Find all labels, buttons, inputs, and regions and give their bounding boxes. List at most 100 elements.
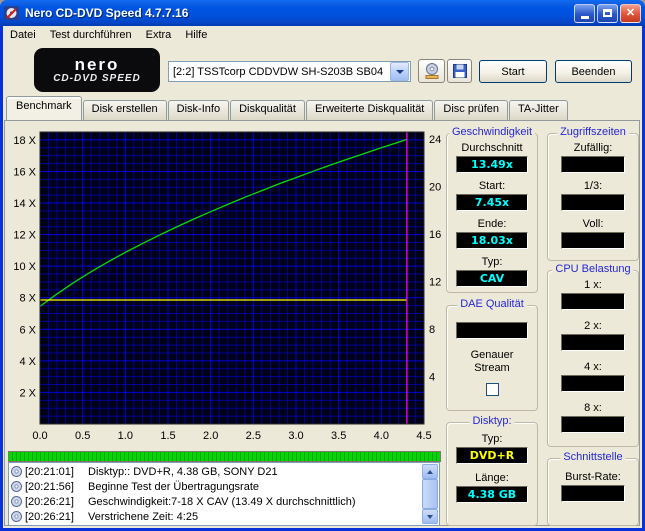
svg-text:20: 20 [429, 182, 441, 194]
svg-text:4: 4 [429, 372, 435, 384]
tab-disk-info[interactable]: Disk-Info [168, 100, 229, 120]
scroll-up-button[interactable] [422, 464, 438, 479]
svg-text:0.5: 0.5 [75, 430, 90, 442]
burst-rate-value [561, 485, 625, 502]
log-row: [20:26:21] Geschwindigkeit:7-18 X CAV (1… [11, 494, 421, 509]
nero-logo-product: CD-DVD SPEED [53, 73, 141, 85]
cpu-2x-value [561, 334, 625, 351]
tab-benchmark[interactable]: Benchmark [6, 96, 82, 120]
access-third-label: 1/3: [584, 180, 602, 192]
svg-text:12: 12 [429, 277, 441, 289]
disc-length-label: Länge: [475, 472, 509, 484]
save-icon [451, 62, 469, 80]
scroll-thumb[interactable] [422, 479, 438, 509]
svg-text:2.0: 2.0 [203, 430, 218, 442]
disc-panel-title: Disktyp: [469, 415, 514, 427]
accurate-stream-checkbox[interactable] [486, 383, 499, 396]
menu-extra[interactable]: Extra [139, 27, 179, 43]
log-time: [20:26:21] [25, 511, 85, 523]
log-time: [20:26:21] [25, 496, 85, 508]
status-log: [20:21:01] Disktyp:: DVD+R, 4.38 GB, SON… [8, 462, 440, 526]
eject-disc-icon [423, 62, 441, 80]
drive-select-dropdown-button[interactable] [390, 62, 409, 81]
save-results-button[interactable] [447, 59, 472, 83]
scroll-down-button[interactable] [422, 509, 438, 524]
tab-disk-erstellen[interactable]: Disk erstellen [83, 100, 167, 120]
speed-type-label: Typ: [482, 256, 503, 268]
svg-text:12 X: 12 X [13, 230, 36, 242]
cpu-8x-value [561, 416, 625, 433]
svg-text:1.0: 1.0 [118, 430, 133, 442]
svg-text:16: 16 [429, 229, 441, 241]
cpu-usage-panel: CPU Belastung 1 x: 2 x: 4 x: 8 x: [547, 270, 639, 447]
log-scrollbar[interactable] [422, 464, 438, 524]
svg-text:1.5: 1.5 [160, 430, 175, 442]
cpu-4x-value [561, 375, 625, 392]
cpu-1x-label: 1 x: [584, 279, 602, 291]
chevron-down-icon [396, 70, 404, 74]
avg-speed-label: Durchschnitt [461, 142, 522, 154]
start-speed-label: Start: [479, 180, 505, 192]
log-message: Disktyp:: DVD+R, 4.38 GB, SONY D21 [88, 466, 278, 478]
drive-select[interactable]: [2:2] TSSTcorp CDDVDW SH-S203B SB04 [168, 61, 411, 82]
avg-speed-value: 13.49x [456, 156, 528, 173]
tab-ta-jitter[interactable]: TA-Jitter [509, 100, 568, 120]
eject-disc-button[interactable] [418, 59, 445, 83]
burst-rate-label: Burst-Rate: [565, 471, 621, 483]
app-icon[interactable] [4, 5, 20, 21]
arrow-down-icon [427, 515, 433, 519]
disc-icon [11, 496, 22, 507]
minimize-button[interactable] [574, 4, 595, 23]
log-time: [20:21:56] [25, 481, 85, 493]
minimize-icon [581, 16, 589, 19]
svg-text:8 X: 8 X [19, 293, 36, 305]
start-button[interactable]: Start [479, 60, 547, 83]
dae-quality-value [456, 322, 528, 339]
nero-logo-brand: nero [75, 56, 120, 73]
menu-datei[interactable]: Datei [3, 27, 43, 43]
disc-icon [11, 466, 22, 477]
interface-panel: Schnittstelle Burst-Rate: [547, 458, 639, 526]
end-speed-value: 18.03x [456, 232, 528, 249]
cpu-1x-value [561, 293, 625, 310]
svg-text:3.5: 3.5 [331, 430, 346, 442]
disc-icon [11, 481, 22, 492]
app-window: Nero CD-DVD Speed 4.7.7.16 ✕ Datei Test … [0, 0, 645, 531]
close-icon: ✕ [626, 8, 635, 19]
speed-panel: Geschwindigkeit Durchschnitt 13.49x Star… [446, 133, 538, 293]
access-random-value [561, 156, 625, 173]
tab-diskqualitaet[interactable]: Diskqualität [230, 100, 305, 120]
disc-icon [11, 511, 22, 522]
arrow-up-icon [427, 470, 433, 474]
maximize-button[interactable] [597, 4, 618, 23]
titlebar: Nero CD-DVD Speed 4.7.7.16 ✕ [0, 0, 645, 26]
svg-text:10 X: 10 X [13, 261, 36, 273]
tab-erweiterte-diskqualitaet[interactable]: Erweiterte Diskqualität [306, 100, 433, 120]
svg-text:4.5: 4.5 [416, 430, 431, 442]
svg-text:2 X: 2 X [19, 387, 36, 399]
tab-disc-pruefen[interactable]: Disc prüfen [434, 100, 508, 120]
log-message: Geschwindigkeit:7-18 X CAV (13.49 X durc… [88, 496, 356, 508]
menu-test-durchfuehren[interactable]: Test durchführen [43, 27, 139, 43]
disc-type-value: DVD+R [456, 447, 528, 464]
access-third-value [561, 194, 625, 211]
menubar: Datei Test durchführen Extra Hilfe [3, 26, 642, 44]
svg-text:4 X: 4 X [19, 356, 36, 368]
disc-length-value: 4.38 GB [456, 486, 528, 503]
speed-type-value: CAV [456, 270, 528, 287]
access-times-panel: Zugriffszeiten Zufällig: 1/3: Voll: [547, 133, 639, 261]
window-title: Nero CD-DVD Speed 4.7.7.16 [25, 6, 572, 20]
test-progress-bar [8, 451, 441, 462]
quit-button[interactable]: Beenden [555, 60, 632, 83]
cpu-4x-label: 4 x: [584, 361, 602, 373]
svg-text:16 X: 16 X [13, 166, 36, 178]
access-full-label: Voll: [583, 218, 604, 230]
benchmark-chart: 2 X4 X6 X8 X10 X12 X14 X16 X18 X48121620… [8, 126, 448, 444]
disc-type-panel: Disktyp: Typ: DVD+R Länge: 4.38 GB [446, 422, 538, 526]
svg-text:8: 8 [429, 324, 435, 336]
svg-text:14 X: 14 X [13, 198, 36, 210]
dae-quality-panel: DAE Qualität Genauer Stream [446, 305, 538, 411]
menu-hilfe[interactable]: Hilfe [178, 27, 214, 43]
close-button[interactable]: ✕ [620, 4, 641, 23]
access-full-value [561, 232, 625, 249]
